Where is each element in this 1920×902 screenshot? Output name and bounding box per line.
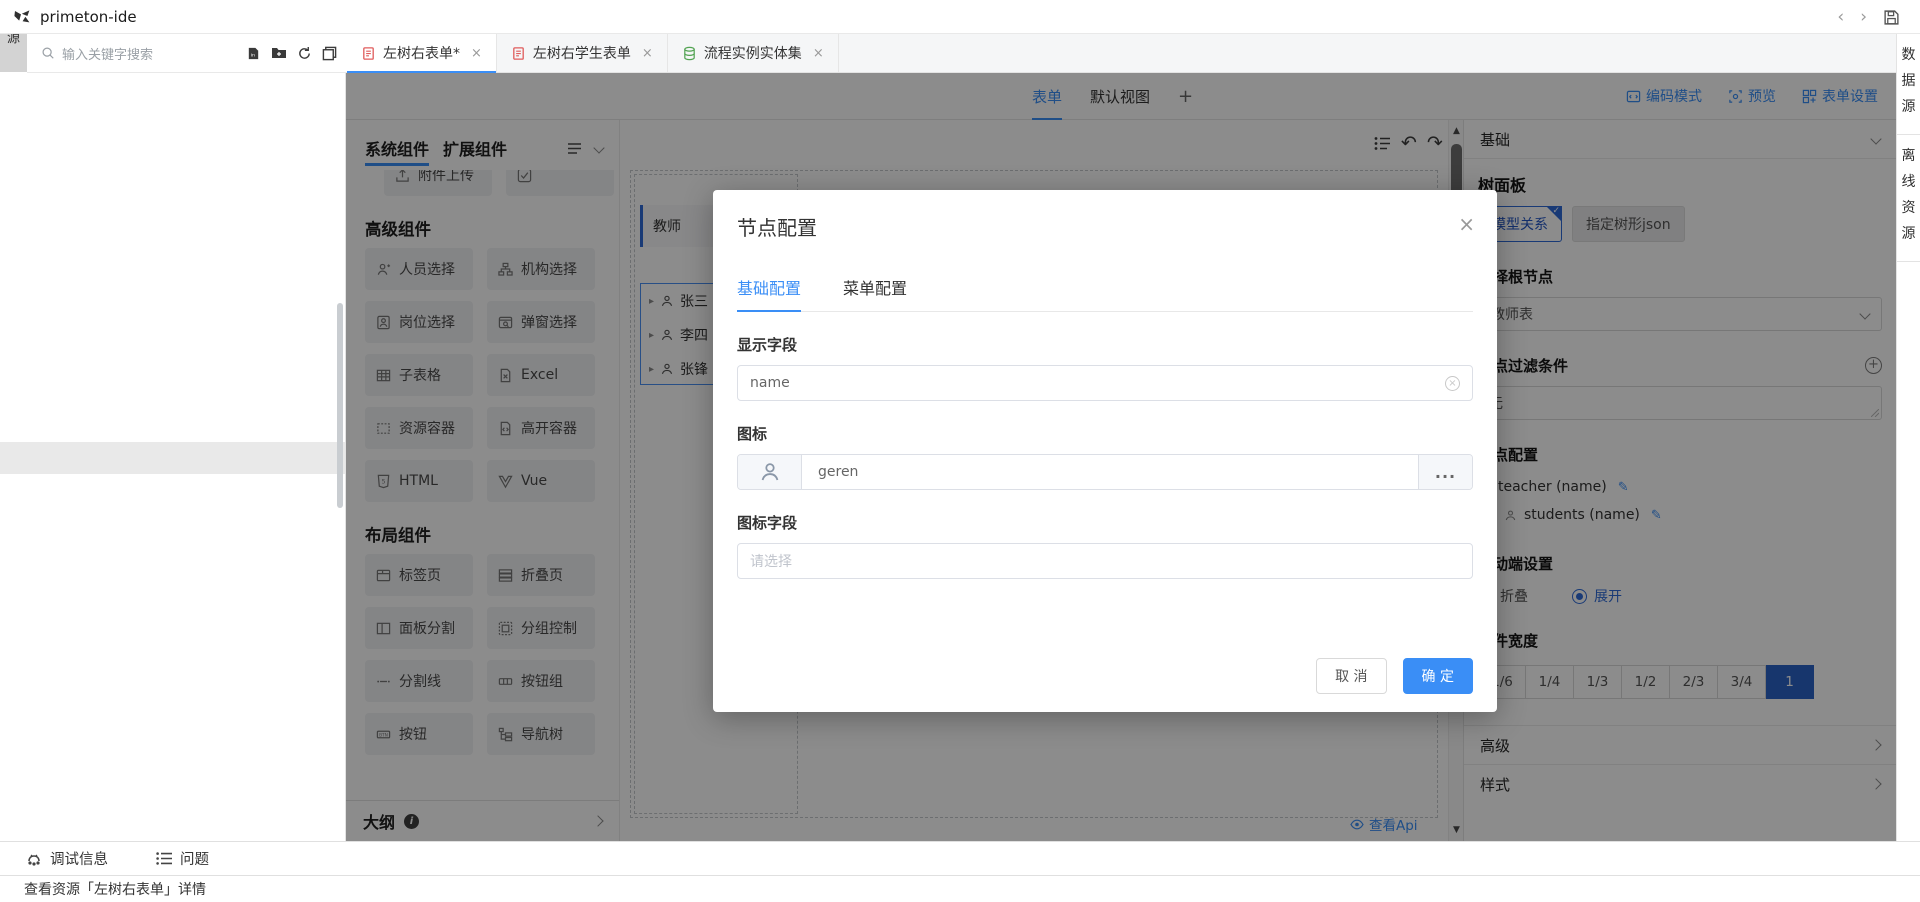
status-text: 查看资源「左树右表单」详情 bbox=[24, 879, 206, 899]
resource-sidebar bbox=[0, 73, 346, 841]
tab-close-icon[interactable]: × bbox=[813, 46, 824, 61]
tree-item-工程项目明细[interactable] bbox=[0, 279, 345, 312]
tree-item-页面-表单-控件通用[interactable] bbox=[0, 605, 345, 638]
search-icon bbox=[41, 46, 55, 60]
tree-item-select[interactable] bbox=[0, 702, 345, 735]
tree-item-左树右学生表单[interactable] bbox=[0, 474, 345, 507]
problems-list-icon bbox=[156, 852, 172, 865]
nav-forward-icon[interactable]: › bbox=[1860, 9, 1867, 26]
dialog-tab-basic[interactable]: 基础配置 bbox=[737, 275, 801, 311]
app-window: primeton-ide ‹ › 输入关键字搜索 in 左树右表单*×左树右学生… bbox=[0, 0, 1920, 902]
tree-item-流程[interactable] bbox=[0, 800, 345, 833]
tab-close-icon[interactable]: × bbox=[642, 46, 653, 61]
search-placeholder: 输入关键字搜索 bbox=[62, 44, 246, 63]
close-icon[interactable]: × bbox=[1458, 214, 1475, 234]
cancel-button[interactable]: 取 消 bbox=[1316, 658, 1386, 694]
tree-item-页面-表单-录入控件[interactable] bbox=[0, 637, 345, 670]
nav-back-icon[interactable]: ‹ bbox=[1837, 9, 1844, 26]
import-file-icon[interactable]: in bbox=[246, 46, 261, 61]
entity-icon bbox=[682, 46, 697, 61]
collapse-panel-icon[interactable] bbox=[322, 46, 337, 61]
clear-icon[interactable]: × bbox=[1445, 376, 1460, 391]
tree-item-报销表[interactable] bbox=[0, 116, 345, 149]
icon-field[interactable]: geren ... bbox=[737, 454, 1473, 490]
tree-item-学生表[interactable] bbox=[0, 376, 345, 409]
tree-item-流程[interactable] bbox=[0, 507, 345, 540]
new-folder-icon[interactable] bbox=[271, 46, 287, 60]
app-title: primeton-ide bbox=[40, 8, 137, 26]
problems-label: 问题 bbox=[180, 848, 209, 869]
tree-item-左树右表单[interactable] bbox=[0, 442, 345, 475]
editor-tab-2[interactable]: 流程实例实体集 × bbox=[668, 34, 839, 72]
second-row: 输入关键字搜索 in 左树右表单* × 左树右学生表单 × 流程实例实体集 × bbox=[0, 34, 1920, 73]
display-field-input[interactable]: name × bbox=[737, 365, 1473, 401]
display-field-label: 显示字段 bbox=[737, 334, 1473, 355]
person-icon bbox=[738, 455, 802, 489]
icon-picker-button[interactable]: ... bbox=[1418, 455, 1472, 489]
icon-field-value: geren bbox=[802, 455, 1418, 489]
page-icon bbox=[361, 46, 376, 61]
icon-name-field-label: 图标字段 bbox=[737, 512, 1473, 533]
rail-tab-offline[interactable]: 离线资源 bbox=[1897, 135, 1920, 262]
app-logo-icon bbox=[12, 7, 32, 27]
tree-item-实体[interactable] bbox=[0, 670, 345, 703]
editor-tab-bar: 左树右表单* × 左树右学生表单 × 流程实例实体集 × bbox=[347, 34, 1896, 73]
tree-item-教师表一对多学生[interactable] bbox=[0, 344, 345, 377]
status-bar: 查看资源「左树右表单」详情 bbox=[0, 875, 1920, 902]
icon-name-placeholder: 请选择 bbox=[750, 551, 792, 571]
debug-info-label: 调试信息 bbox=[50, 848, 108, 869]
rail-tab-datasource[interactable]: 数据源 bbox=[1897, 34, 1920, 135]
sidebar-scrollbar[interactable] bbox=[337, 303, 343, 508]
tree-item-自定义窗口操作按钮及事件[interactable] bbox=[0, 409, 345, 442]
page-icon bbox=[511, 46, 526, 61]
node-config-dialog: 节点配置 × 基础配置 菜单配置 显示字段 name × 图标 geren ..… bbox=[713, 190, 1497, 712]
tab-close-icon[interactable]: × bbox=[471, 46, 482, 61]
editor-tab-1[interactable]: 左树右学生表单 × bbox=[497, 34, 668, 72]
debug-info-button[interactable]: 调试信息 bbox=[26, 848, 108, 869]
debug-icon bbox=[26, 851, 42, 867]
tree-item-tree[interactable] bbox=[0, 735, 345, 768]
editor-tab-0[interactable]: 左树右表单* × bbox=[347, 34, 497, 72]
title-bar: primeton-ide ‹ › bbox=[0, 0, 1920, 34]
editor-tab-label: 左树右表单* bbox=[383, 43, 460, 63]
tree-item-表单生命周起事件[interactable] bbox=[0, 181, 345, 214]
tree-item-服务[interactable] bbox=[0, 539, 345, 572]
icon-field-label: 图标 bbox=[737, 423, 1473, 444]
tree-item-表单扩展逻辑调用[interactable] bbox=[0, 148, 345, 181]
tree-item-财务费用归集表[interactable] bbox=[0, 213, 345, 246]
editor-tab-label: 流程实例实体集 bbox=[704, 43, 802, 63]
resource-tree bbox=[0, 73, 345, 841]
tree-item-页面[interactable] bbox=[0, 767, 345, 800]
bottom-bar: 调试信息 问题 bbox=[0, 841, 1920, 875]
dialog-tab-menu[interactable]: 菜单配置 bbox=[843, 275, 907, 311]
dialog-title: 节点配置 bbox=[737, 190, 1473, 241]
display-field-value: name bbox=[750, 375, 790, 391]
right-rail: 数据源 离线资源 bbox=[1896, 34, 1920, 841]
problems-button[interactable]: 问题 bbox=[156, 848, 209, 869]
tree-item-教师表[interactable] bbox=[0, 311, 345, 344]
tree-item-页面-表单-高级/布局组件[interactable] bbox=[0, 572, 345, 605]
resource-search[interactable]: 输入关键字搜索 in bbox=[27, 34, 347, 73]
tree-item-工程申请表[interactable] bbox=[0, 246, 345, 279]
save-icon[interactable] bbox=[1883, 9, 1900, 26]
refresh-icon[interactable] bbox=[297, 46, 312, 61]
tree-item-页面[interactable] bbox=[0, 83, 345, 116]
icon-name-field-input[interactable]: 请选择 bbox=[737, 543, 1473, 579]
svg-text:in: in bbox=[251, 52, 255, 58]
ok-button[interactable]: 确 定 bbox=[1403, 658, 1473, 694]
editor-tab-label: 左树右学生表单 bbox=[533, 43, 631, 63]
tree-item-partial[interactable] bbox=[0, 73, 345, 83]
